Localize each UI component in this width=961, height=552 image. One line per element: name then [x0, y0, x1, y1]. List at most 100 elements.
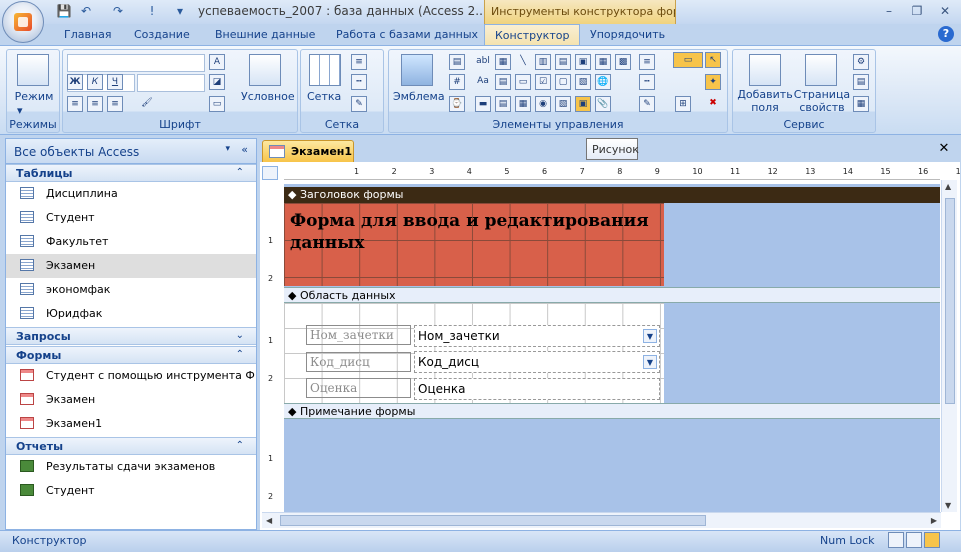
close-icon[interactable]: ✕	[932, 2, 958, 20]
align-right-icon[interactable]: ≡	[107, 96, 123, 112]
nav-section-tables[interactable]: Таблицы ⌃	[6, 164, 256, 182]
line-control-icon[interactable]: ╲	[515, 54, 531, 70]
nav-item-table[interactable]: Факультет	[6, 230, 256, 254]
subform-control-icon[interactable]: ▦	[515, 96, 531, 112]
add-fields-icon[interactable]	[749, 54, 781, 86]
emblem-icon[interactable]	[401, 54, 433, 86]
close-document-icon[interactable]: ✕	[936, 141, 952, 157]
code-icon[interactable]: ▤	[853, 74, 869, 90]
conditional-format-icon[interactable]	[249, 54, 281, 86]
add-fields-button[interactable]: Добавить	[737, 88, 793, 101]
collapse-up-icon[interactable]: ⌃	[236, 167, 244, 178]
form-selector[interactable]	[262, 166, 278, 180]
nav-section-queries[interactable]: Запросы ⌄	[6, 327, 256, 345]
grid-icon[interactable]	[309, 54, 341, 86]
line-thickness-icon[interactable]: ≡	[351, 54, 367, 70]
nav-item-form[interactable]: Экзамен1	[6, 412, 256, 436]
insert-chart-icon[interactable]: ▩	[615, 54, 631, 70]
nav-item-report[interactable]: Студент	[6, 479, 256, 503]
scroll-right-icon[interactable]: ▶	[931, 516, 937, 525]
attachment-icon[interactable]: 📎	[595, 96, 611, 112]
toggle-control-icon[interactable]: ▥	[535, 54, 551, 70]
help-icon[interactable]: ?	[938, 26, 954, 42]
line-width-icon[interactable]: ≡	[639, 54, 655, 70]
page-number-icon[interactable]: #	[449, 74, 465, 90]
scroll-up-icon[interactable]: ▲	[945, 182, 951, 191]
help-quick-icon[interactable]: !	[144, 3, 160, 19]
grid-button[interactable]: Сетка	[307, 90, 341, 103]
collapse-pane-icon[interactable]: «	[241, 143, 248, 156]
view-mode-icon[interactable]	[17, 54, 49, 86]
nav-item-form[interactable]: Экзамен	[6, 388, 256, 412]
option-group-control-icon[interactable]: ▣	[575, 54, 591, 70]
nav-item-form[interactable]: Студент с помощью инструмента Ф...	[6, 364, 256, 388]
nav-dropdown-icon[interactable]: ▾	[225, 144, 230, 154]
nav-section-reports[interactable]: Отчеты ⌃	[6, 437, 256, 455]
tab-control-icon[interactable]: ▤	[495, 96, 511, 112]
textbox-control-icon[interactable]: abl	[475, 54, 491, 70]
customize-qat-icon[interactable]: ▾	[172, 3, 188, 19]
mode-button[interactable]: Режим	[9, 90, 59, 103]
design-view-icon[interactable]	[924, 532, 940, 548]
bound-object-icon[interactable]: ▧	[555, 96, 571, 112]
form-title-label[interactable]: Форма для ввода и редактирования данных	[290, 210, 660, 254]
special-effect-icon[interactable]: ▭	[673, 52, 703, 68]
align-center-icon[interactable]: ≡	[87, 96, 103, 112]
remove-icon[interactable]: ✖	[705, 96, 721, 112]
insert-object-icon[interactable]: ▧	[575, 74, 591, 90]
font-name-combo[interactable]	[67, 54, 205, 72]
tab-database-tools[interactable]: Работа с базами данных	[326, 24, 488, 46]
tab-arrange[interactable]: Упорядочить	[580, 24, 675, 46]
field-label[interactable]: Ном_зачетки	[306, 325, 411, 345]
checkbox-control-icon[interactable]: ☑	[535, 74, 551, 90]
listbox-control-icon[interactable]: ▤	[555, 54, 571, 70]
rectangle-control-icon[interactable]: ▭	[515, 74, 531, 90]
property-sheet-icon[interactable]	[805, 54, 837, 86]
collapse-up-icon[interactable]: ⌃	[236, 349, 244, 360]
hyperlink-icon[interactable]: 🌐	[595, 74, 611, 90]
font-color-icon[interactable]: A	[209, 54, 225, 70]
vertical-scroll-thumb[interactable]	[945, 198, 955, 404]
section-detail-bar[interactable]: ◆ Область данных	[284, 287, 940, 303]
macro-icon[interactable]: ⚙	[853, 54, 869, 70]
office-button[interactable]	[2, 1, 44, 43]
collapse-up-icon[interactable]: ⌃	[236, 440, 244, 451]
date-time-icon[interactable]: ⌚	[449, 96, 465, 112]
document-tab[interactable]: Экзамен1	[262, 140, 354, 162]
undo-icon[interactable]: ↶	[78, 3, 94, 19]
conditional-button[interactable]: Условное	[241, 90, 295, 103]
field-combobox[interactable]: Код_дисц ▼	[414, 351, 660, 373]
fill-color-icon[interactable]: ◪	[209, 74, 225, 90]
section-header-bar[interactable]: ◆ Заголовок формы	[284, 187, 940, 203]
nav-item-table[interactable]: Дисциплина	[6, 182, 256, 206]
field-label[interactable]: Оценка	[306, 378, 411, 398]
tab-create[interactable]: Создание	[124, 24, 200, 46]
property-page-button[interactable]: Страница	[793, 88, 851, 101]
field-combobox[interactable]: Ном_зачетки ▼	[414, 325, 660, 347]
font-size-select[interactable]	[137, 74, 205, 92]
chevron-down-icon[interactable]: ▼	[643, 329, 657, 343]
nav-item-table[interactable]: Юридфак	[6, 302, 256, 326]
mode-dropdown-icon[interactable]: ▾	[17, 104, 23, 117]
nav-item-table[interactable]: Экзамен	[6, 254, 256, 278]
select-pointer-icon[interactable]: ↖	[705, 52, 721, 68]
align-left-icon[interactable]: ≡	[67, 96, 83, 112]
activex-icon[interactable]: ⊞	[675, 96, 691, 112]
line-pen-icon[interactable]: ✎	[351, 96, 367, 112]
line-color2-icon[interactable]: ✎	[639, 96, 655, 112]
field-textbox[interactable]: Оценка	[414, 378, 660, 400]
save-icon[interactable]: 💾	[56, 3, 72, 19]
line-type-icon[interactable]: ┅	[351, 74, 367, 90]
tab-design[interactable]: Конструктор	[484, 24, 581, 46]
maximize-icon[interactable]: ❐	[904, 2, 930, 20]
nav-item-table[interactable]: экономфак	[6, 278, 256, 302]
minimize-icon[interactable]: –	[876, 2, 902, 20]
underline-button[interactable]: Ч	[107, 74, 123, 90]
tab-external-data[interactable]: Внешние данные	[205, 24, 325, 46]
tab-order-icon[interactable]: ▦	[853, 96, 869, 112]
section-footer-bar[interactable]: ◆ Примечание формы	[284, 403, 940, 419]
button-control-icon[interactable]: ▬	[475, 96, 491, 112]
title-control-icon[interactable]: ▤	[449, 54, 465, 70]
listbox2-control-icon[interactable]: ▤	[495, 74, 511, 90]
combobox-control-icon[interactable]: ▦	[495, 54, 511, 70]
